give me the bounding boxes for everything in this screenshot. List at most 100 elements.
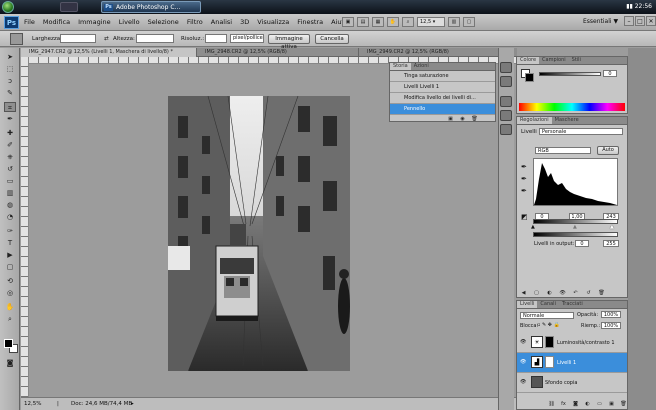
eyedropper-tool-icon[interactable]: ✒ xyxy=(4,114,16,124)
link-layers-icon[interactable]: ⛓ xyxy=(547,400,556,408)
reset-icon[interactable]: ↺ xyxy=(584,289,593,297)
move-tool-icon[interactable]: ➤ xyxy=(4,52,16,62)
shape-tool-icon[interactable]: ▢ xyxy=(4,262,16,272)
close-button[interactable]: ✕ xyxy=(646,16,656,26)
hand-tool-icon[interactable]: ✋ xyxy=(4,302,16,312)
start-button[interactable] xyxy=(2,1,14,13)
menu-3d[interactable]: 3D xyxy=(240,17,249,28)
workspace-switcher[interactable]: Essentiali ▼ xyxy=(583,17,623,27)
gradient-tool-icon[interactable]: ▥ xyxy=(4,188,16,198)
color-bg-swatch[interactable] xyxy=(525,73,534,82)
tab-styles[interactable]: Stili xyxy=(569,57,584,64)
tab-actions[interactable]: Azioni xyxy=(411,63,432,70)
tab-paths[interactable]: Tracciati xyxy=(559,301,586,308)
lock-icons[interactable]: ▫ ✎ ✥ 🔒 xyxy=(537,322,560,328)
3d-orbit-tool-icon[interactable]: ◎ xyxy=(4,288,16,298)
clock[interactable]: 22:56 xyxy=(635,3,652,10)
maximize-button[interactable]: □ xyxy=(635,16,645,26)
tab-channels[interactable]: Canali xyxy=(537,301,559,308)
mini-bridge-icon[interactable]: ▤ xyxy=(357,17,369,27)
previous-state-icon[interactable]: ↶ xyxy=(571,289,580,297)
back-arrow-icon[interactable]: ◀ xyxy=(519,289,528,297)
front-image-button[interactable]: Immagine attiva xyxy=(268,34,310,50)
minimize-button[interactable]: – xyxy=(624,16,634,26)
opacity-field[interactable]: 100% xyxy=(601,311,621,318)
zoom-select[interactable]: 12,5 ▾ xyxy=(417,17,445,27)
history-brush-tool-icon[interactable]: ↺ xyxy=(4,164,16,174)
history-item-selected[interactable]: Pennello xyxy=(390,104,495,115)
crop-tool-preset-icon[interactable] xyxy=(10,33,23,45)
blend-mode-select[interactable]: Normale xyxy=(520,312,574,319)
marquee-tool-icon[interactable]: ⬚ xyxy=(4,64,16,74)
snapshot-icon[interactable]: ◉ xyxy=(458,115,467,123)
quick-mask-icon[interactable]: ◙ xyxy=(4,358,16,368)
clear-button[interactable]: Cancella xyxy=(315,34,349,44)
menu-visualizza[interactable]: Visualizza xyxy=(257,17,289,28)
expand-view-icon[interactable]: ▢ xyxy=(532,289,541,297)
history-item[interactable]: Livelli Livelli 1 xyxy=(390,82,495,93)
menu-filtro[interactable]: Filtro xyxy=(187,17,203,28)
fill-field[interactable]: 100% xyxy=(601,322,621,329)
width-field[interactable] xyxy=(60,34,96,43)
channel-select[interactable]: RGB xyxy=(535,147,591,154)
trash-icon[interactable]: 🗑 xyxy=(597,289,606,297)
grid-icon[interactable]: ▦ xyxy=(372,17,384,27)
eyedropper-gray-icon[interactable]: ✒ xyxy=(521,175,527,183)
arrange-icon[interactable]: ▥ xyxy=(448,17,460,27)
history-item[interactable]: Tinga saturazione xyxy=(390,71,495,82)
tab-adjustments[interactable]: Regolazioni xyxy=(517,117,552,124)
zoom-tool-icon[interactable]: ⌕ xyxy=(4,314,16,324)
new-document-from-state-icon[interactable]: ▣ xyxy=(446,115,455,123)
group-icon[interactable]: ▭ xyxy=(595,400,604,408)
add-mask-icon[interactable]: ◙ xyxy=(571,400,580,408)
navigator-dock-icon[interactable] xyxy=(500,124,512,135)
info-dock-icon[interactable] xyxy=(500,110,512,121)
shadow-slider-handle[interactable]: ▲ xyxy=(531,224,535,230)
layer-row-selected[interactable]: 👁 ▟ Livelli 1 xyxy=(517,353,627,373)
gray-value-field[interactable]: 0 xyxy=(603,70,617,77)
actions-dock-icon[interactable] xyxy=(500,76,512,87)
resolution-field[interactable] xyxy=(205,34,227,43)
midtone-slider-handle[interactable]: ▲ xyxy=(573,224,577,230)
clone-stamp-tool-icon[interactable]: ⎈ xyxy=(4,152,16,162)
menu-modifica[interactable]: Modifica xyxy=(43,17,70,28)
tab-history[interactable]: Storia xyxy=(390,63,411,70)
visibility-eye-icon[interactable]: 👁 xyxy=(520,379,527,386)
trash-icon[interactable]: 🗑 xyxy=(619,400,628,408)
layer-row[interactable]: 👁 ☀ Luminosità/contrasto 1 xyxy=(517,333,627,353)
eraser-tool-icon[interactable]: ▭ xyxy=(4,176,16,186)
tab-swatches[interactable]: Campioni xyxy=(539,57,569,64)
status-menu-arrow-icon[interactable]: ▸ xyxy=(131,398,134,410)
menu-file[interactable]: File xyxy=(24,17,35,28)
tab-masks[interactable]: Maschere xyxy=(552,117,582,124)
menu-analisi[interactable]: Analisi xyxy=(211,17,232,28)
zoom-status[interactable]: 12,5% xyxy=(24,398,41,410)
gray-slider[interactable] xyxy=(539,72,601,76)
healing-brush-tool-icon[interactable]: ✚ xyxy=(4,128,16,138)
tab-layers[interactable]: Livelli xyxy=(517,301,538,308)
layer-style-icon[interactable]: fx xyxy=(559,400,568,408)
pen-tool-icon[interactable]: ✑ xyxy=(4,226,16,236)
eyedropper-black-icon[interactable]: ✒ xyxy=(521,163,527,171)
menu-immagine[interactable]: Immagine xyxy=(78,17,111,28)
clip-to-layer-icon[interactable]: ◐ xyxy=(545,289,554,297)
history-dock-icon[interactable] xyxy=(500,62,512,73)
foreground-color-swatch[interactable] xyxy=(4,339,13,348)
history-item[interactable]: Modifica livello dei livelli di... xyxy=(390,93,495,104)
swap-icon[interactable]: ⇄ xyxy=(104,35,109,43)
brush-tool-icon[interactable]: ✐ xyxy=(4,140,16,150)
blur-tool-icon[interactable]: ◍ xyxy=(4,200,16,210)
color-spectrum[interactable] xyxy=(519,103,625,111)
quick-selection-tool-icon[interactable]: ✎ xyxy=(4,88,16,98)
output-high-field[interactable]: 255 xyxy=(603,240,619,247)
menu-livello[interactable]: Livello xyxy=(119,17,140,28)
screen-mode-icon[interactable]: ▢ xyxy=(463,17,475,27)
highlight-slider-handle[interactable]: ▲ xyxy=(610,224,614,230)
document-image[interactable] xyxy=(168,96,350,371)
height-field[interactable] xyxy=(136,34,174,43)
resolution-unit-select[interactable]: pixel/pollice xyxy=(230,34,264,43)
3d-dock-icon[interactable] xyxy=(500,96,512,107)
visibility-eye-icon[interactable]: 👁 xyxy=(520,359,527,366)
layer-row[interactable]: 👁 Sfondo copia xyxy=(517,373,627,393)
trash-icon[interactable]: 🗑 xyxy=(470,115,479,123)
